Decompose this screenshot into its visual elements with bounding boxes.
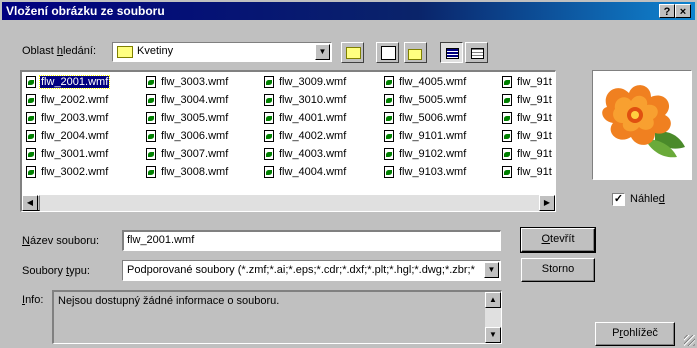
wmf-file-icon bbox=[264, 130, 274, 142]
open-button[interactable]: Otevřít bbox=[520, 227, 596, 253]
wmf-file-icon bbox=[384, 94, 394, 106]
filetype-select[interactable]: Podporované soubory (*.zmf;*.ai;*.eps;*.… bbox=[122, 260, 501, 281]
wmf-file-icon bbox=[146, 166, 156, 178]
list-view-button[interactable] bbox=[440, 42, 463, 63]
horizontal-scrollbar[interactable]: ◀ ▶ bbox=[22, 195, 555, 211]
wmf-file-icon bbox=[502, 76, 512, 88]
title-bar[interactable]: Vložení obrázku ze souboru ? × bbox=[2, 2, 695, 20]
location-label: Oblast hledání: bbox=[22, 45, 97, 57]
chevron-down-icon[interactable]: ▼ bbox=[484, 262, 499, 278]
info-box: Nejsou dostupný žádné informace o soubor… bbox=[52, 290, 502, 344]
wmf-file-icon bbox=[146, 130, 156, 142]
wmf-file-icon bbox=[384, 166, 394, 178]
browser-button[interactable]: Prohlížeč bbox=[595, 322, 675, 346]
flower-preview-image bbox=[602, 85, 685, 158]
new-folder-button[interactable] bbox=[404, 42, 427, 63]
wmf-file-icon bbox=[502, 148, 512, 160]
wmf-file-icon bbox=[502, 130, 512, 142]
wmf-file-icon bbox=[26, 130, 36, 142]
desktop-icon bbox=[381, 46, 396, 60]
wmf-file-icon bbox=[26, 76, 36, 88]
window-title: Vložení obrázku ze souboru bbox=[6, 4, 165, 18]
scroll-down-icon[interactable]: ▼ bbox=[485, 327, 501, 343]
preview-checkbox[interactable]: ✓ bbox=[612, 193, 625, 206]
file-list[interactable]: flw_2001.wmf flw_2002.wmf flw_2003.wmf f… bbox=[20, 70, 556, 212]
details-view-icon bbox=[471, 48, 484, 59]
wmf-file-icon bbox=[146, 112, 156, 124]
wmf-file-icon bbox=[384, 112, 394, 124]
wmf-file-icon bbox=[146, 76, 156, 88]
wmf-file-icon bbox=[502, 112, 512, 124]
close-button[interactable]: × bbox=[675, 4, 691, 18]
chevron-down-icon[interactable]: ▼ bbox=[315, 44, 330, 60]
wmf-file-icon bbox=[264, 94, 274, 106]
list-view-icon bbox=[446, 48, 459, 59]
wmf-file-icon bbox=[26, 112, 36, 124]
wmf-file-icon bbox=[264, 76, 274, 88]
help-button[interactable]: ? bbox=[659, 4, 675, 18]
wmf-file-icon bbox=[502, 166, 512, 178]
preview-pane bbox=[592, 70, 692, 180]
info-scrollbar[interactable]: ▲ ▼ bbox=[485, 292, 501, 343]
info-label: Info: bbox=[22, 294, 44, 306]
scroll-thumb[interactable] bbox=[38, 195, 40, 211]
wmf-file-icon bbox=[146, 94, 156, 106]
wmf-file-icon bbox=[264, 166, 274, 178]
wmf-file-icon bbox=[384, 148, 394, 160]
info-text: Nejsou dostupný žádné informace o soubor… bbox=[58, 295, 280, 307]
resize-grip-icon[interactable] bbox=[684, 335, 695, 346]
wmf-file-icon bbox=[384, 130, 394, 142]
location-value: Kvetiny bbox=[137, 45, 174, 57]
scroll-left-icon[interactable]: ◀ bbox=[22, 195, 38, 211]
filetype-value: Podporované soubory (*.zmf;*.ai;*.eps;*.… bbox=[127, 264, 475, 276]
preview-checkbox-label: Náhled bbox=[630, 193, 665, 205]
cancel-button[interactable]: Storno bbox=[521, 258, 595, 282]
scroll-up-icon[interactable]: ▲ bbox=[485, 292, 501, 308]
filetype-label: Soubory typu: bbox=[22, 265, 90, 277]
up-folder-button[interactable] bbox=[341, 42, 364, 63]
wmf-file-icon bbox=[264, 112, 274, 124]
folder-icon bbox=[117, 46, 133, 58]
wmf-file-icon bbox=[26, 94, 36, 106]
wmf-file-icon bbox=[384, 76, 394, 88]
wmf-file-icon bbox=[146, 148, 156, 160]
insert-picture-dialog: Vložení obrázku ze souboru ? × Oblast hl… bbox=[0, 0, 697, 348]
filename-label: Název souboru: bbox=[22, 235, 100, 247]
details-view-button[interactable] bbox=[465, 42, 488, 63]
location-combo[interactable]: Kvetiny ▼ bbox=[112, 42, 332, 62]
up-folder-icon bbox=[346, 47, 361, 59]
wmf-file-icon bbox=[26, 148, 36, 160]
desktop-button[interactable] bbox=[376, 42, 399, 63]
filename-input[interactable]: flw_2001.wmf bbox=[122, 230, 501, 251]
wmf-file-icon bbox=[502, 94, 512, 106]
new-folder-icon bbox=[408, 49, 422, 60]
wmf-file-icon bbox=[26, 166, 36, 178]
wmf-file-icon bbox=[264, 148, 274, 160]
scroll-right-icon[interactable]: ▶ bbox=[539, 195, 555, 211]
